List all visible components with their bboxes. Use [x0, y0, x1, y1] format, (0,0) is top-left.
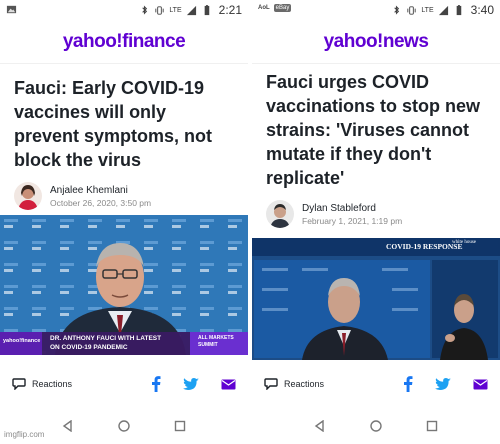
article-actions: Reactions — [252, 372, 500, 396]
clock: 2:21 — [218, 3, 242, 17]
reactions-label: Reactions — [284, 379, 325, 389]
reactions-button[interactable]: Reactions — [264, 378, 324, 390]
home-icon[interactable] — [370, 420, 382, 432]
author-name[interactable]: Anjalee Khemlani — [50, 185, 151, 196]
bluetooth-icon — [394, 5, 400, 15]
article-actions: Reactions — [0, 372, 248, 396]
right-phone-screen: AoL eBay LTE 3:40 yahoo!news Fauci urges… — [252, 0, 500, 444]
status-bar: AoL eBay LTE 3:40 — [252, 0, 500, 20]
author-name[interactable]: Dylan Stableford — [302, 203, 402, 214]
back-icon[interactable] — [314, 420, 326, 432]
twitter-icon[interactable] — [435, 377, 451, 391]
clock: 3:40 — [470, 3, 494, 17]
vibrate-icon — [155, 5, 164, 15]
twitter-icon[interactable] — [183, 377, 199, 391]
author-avatar[interactable] — [14, 182, 42, 210]
author-avatar[interactable] — [266, 200, 294, 228]
reactions-icon — [12, 378, 26, 390]
summit-badge-line-2: SUMMIT — [198, 342, 218, 348]
ebay-notification: eBay — [273, 4, 292, 12]
recents-icon[interactable] — [426, 420, 438, 432]
video-lower-third-logo: yahoo!finance — [3, 338, 41, 344]
video-player[interactable]: yahoo!finance DR. ANTHONY FAUCI WITH LAT… — [0, 215, 248, 355]
imgflip-watermark: imgflip.com — [4, 430, 45, 439]
status-bar: LTE 2:21 — [0, 0, 248, 20]
facebook-icon[interactable] — [403, 376, 413, 392]
covid-response-banner: COVID-19 RESPONSE — [386, 242, 463, 251]
aol-notification: AoL — [258, 5, 270, 11]
mail-icon[interactable] — [221, 379, 236, 390]
back-icon[interactable] — [62, 420, 74, 432]
brand-header: yahoo!finance — [0, 20, 248, 64]
bluetooth-icon — [142, 5, 148, 15]
left-phone-screen: LTE 2:21 yahoo!finance Fauci: Early COVI… — [0, 0, 248, 444]
yahoo-finance-logo[interactable]: yahoo!finance — [63, 31, 186, 53]
signal-icon — [186, 5, 196, 15]
video-lower-third-line-1: DR. ANTHONY FAUCI WITH LATEST — [50, 335, 162, 342]
publish-date: October 26, 2020, 3:50 pm — [50, 197, 152, 208]
brand-header: yahoo!news — [252, 20, 500, 64]
summit-badge-line-1: ALL MARKETS — [198, 335, 234, 341]
vibrate-icon — [407, 5, 416, 15]
article-headline: Fauci urges COVID vaccinations to stop n… — [266, 72, 481, 188]
battery-icon — [204, 4, 209, 15]
home-icon[interactable] — [118, 420, 130, 432]
article-headline: Fauci: Early COVID-19 vaccines will only… — [14, 78, 213, 170]
yahoo-news-logo[interactable]: yahoo!news — [324, 31, 429, 53]
recents-icon[interactable] — [174, 420, 186, 432]
byline: Dylan Stableford February 1, 2021, 1:19 … — [252, 200, 500, 228]
video-player[interactable]: COVID-19 RESPONSE white house — [252, 238, 500, 360]
video-lower-third-line-2: ON COVID-19 PANDEMIC — [50, 344, 128, 351]
reactions-icon — [264, 378, 278, 390]
mail-icon[interactable] — [473, 379, 488, 390]
signal-icon — [438, 5, 448, 15]
image-icon — [6, 5, 17, 14]
battery-icon — [456, 4, 461, 15]
byline: Anjalee Khemlani October 26, 2020, 3:50 … — [0, 182, 248, 210]
lte-indicator: LTE — [169, 6, 182, 14]
reactions-button[interactable]: Reactions — [12, 378, 72, 390]
share-buttons — [151, 376, 236, 392]
lte-indicator: LTE — [421, 6, 434, 14]
android-nav-bar — [252, 412, 500, 440]
share-buttons — [403, 376, 488, 392]
facebook-icon[interactable] — [151, 376, 161, 392]
publish-date: February 1, 2021, 1:19 pm — [302, 215, 403, 226]
reactions-label: Reactions — [32, 379, 73, 389]
white-house-logo: white house — [452, 240, 477, 245]
